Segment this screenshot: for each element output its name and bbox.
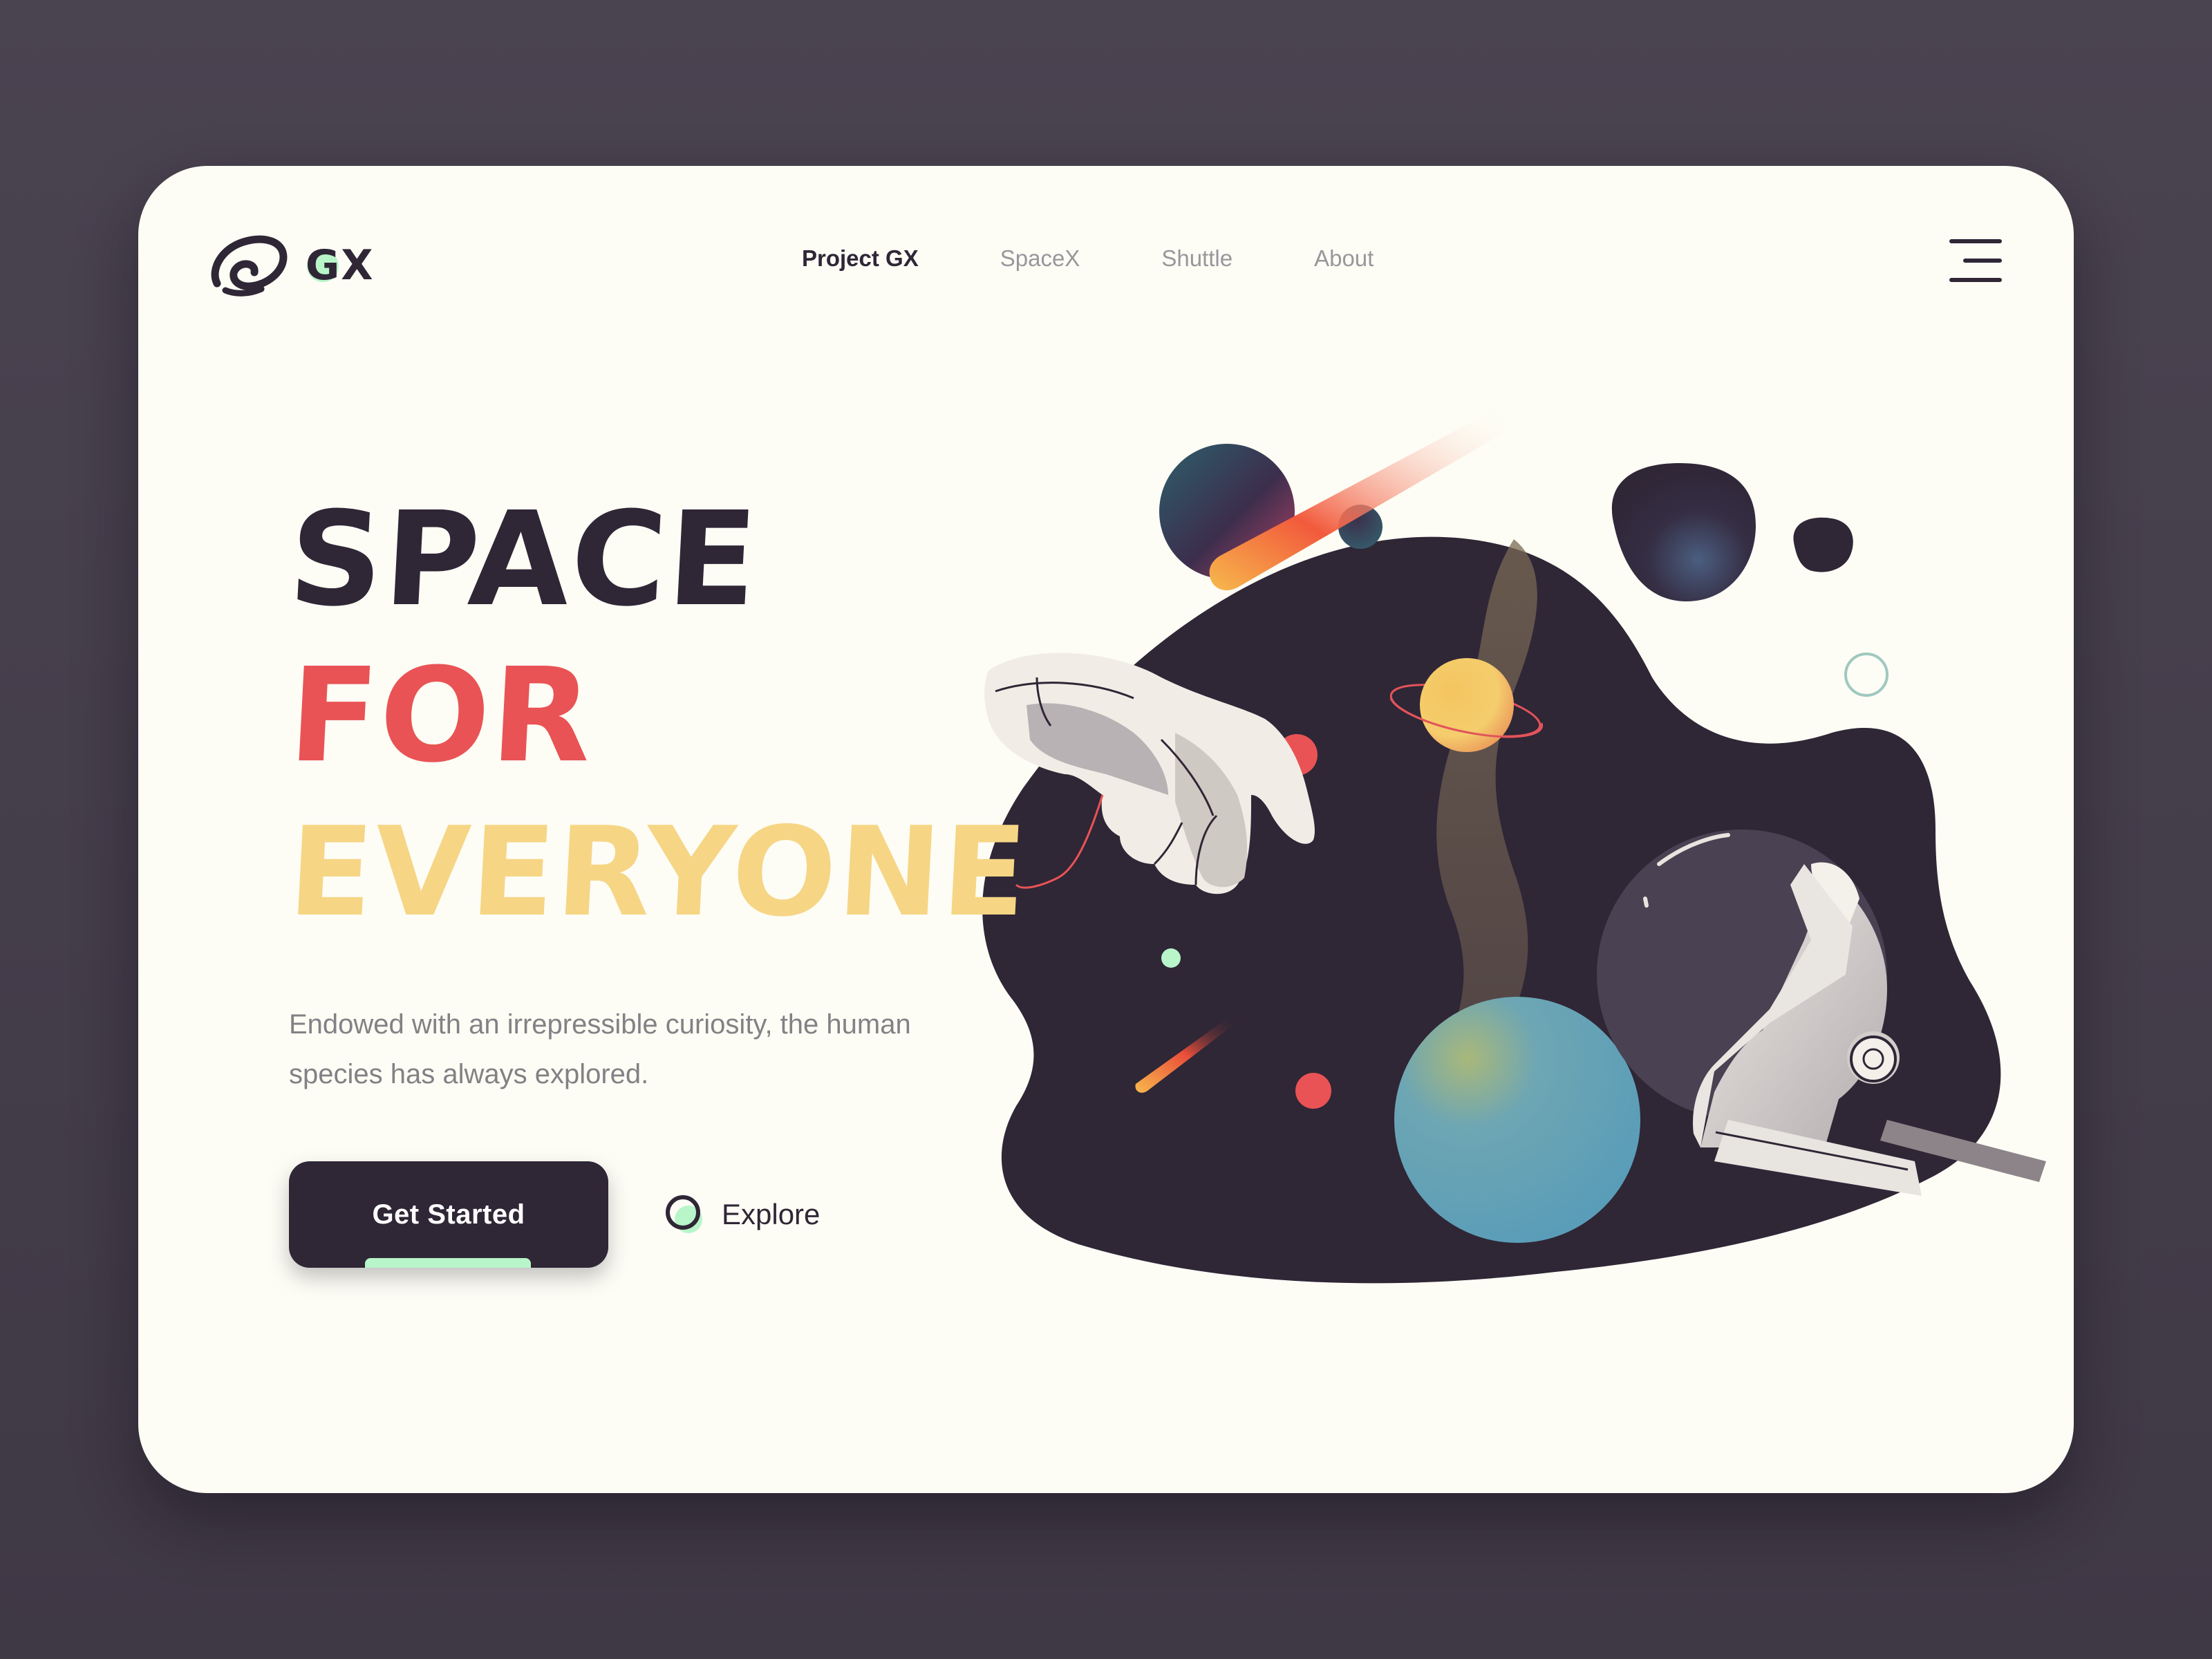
purple-planet: [1159, 444, 1295, 579]
nav-item-shuttle[interactable]: Shuttle: [1161, 245, 1232, 272]
logo-text: GX: [306, 241, 375, 290]
outline-ring: [1844, 653, 1888, 697]
explore-label: Explore: [722, 1198, 821, 1230]
menu-line-bottom: [1949, 278, 2002, 282]
nav-item-project-gx[interactable]: Project GX: [802, 245, 919, 272]
red-dot: [1276, 734, 1318, 776]
ring-icon: [666, 1195, 702, 1233]
headline-line-for: FOR: [285, 640, 597, 791]
ringed-planet: [1389, 658, 1544, 752]
hero-description: Endowed with an irrepressible curiosity,…: [289, 1009, 911, 1089]
explore-button[interactable]: Explore: [664, 1193, 820, 1236]
astronaut-helmet: [1597, 830, 2046, 1196]
dust-stream: [1436, 539, 1537, 1085]
menu-line-middle: [1963, 259, 2002, 263]
brand-logo[interactable]: GX: [207, 228, 382, 297]
get-started-button[interactable]: Get Started: [289, 1161, 608, 1268]
get-started-label: Get Started: [372, 1199, 525, 1230]
headline-line-space: SPACE: [285, 484, 762, 635]
blue-planet: [1394, 997, 1640, 1243]
red-dot-small: [1295, 1073, 1331, 1109]
mint-dot: [1161, 948, 1181, 968]
nav-item-about[interactable]: About: [1314, 245, 1374, 272]
comet-large: [1209, 411, 1506, 590]
comet-small: [1135, 1016, 1236, 1093]
landing-card: GX Project GX SpaceX Shuttle About SPACE…: [138, 166, 2074, 1493]
small-dark-planet: [1338, 505, 1382, 549]
main-nav: Project GX SpaceX Shuttle About: [802, 245, 1455, 272]
floating-rock-small: [1793, 517, 1853, 572]
hamburger-menu-icon[interactable]: [1949, 239, 2002, 282]
nav-item-spacex[interactable]: SpaceX: [1000, 245, 1080, 272]
swirl-logo-icon: [211, 235, 288, 297]
button-accent-bar: [365, 1258, 531, 1268]
dust-specks: [1405, 369, 1450, 377]
floating-rock-large: [1611, 463, 1756, 601]
menu-line-top: [1949, 239, 2002, 243]
astronaut-glove: [984, 653, 1315, 894]
headline-line-everyone: EVERYONE: [285, 800, 1032, 944]
logo-wordmark: GX: [306, 235, 382, 290]
hero-headline: SPACE FOR EVERYONE: [285, 484, 1032, 944]
space-blob: [982, 536, 2001, 1284]
